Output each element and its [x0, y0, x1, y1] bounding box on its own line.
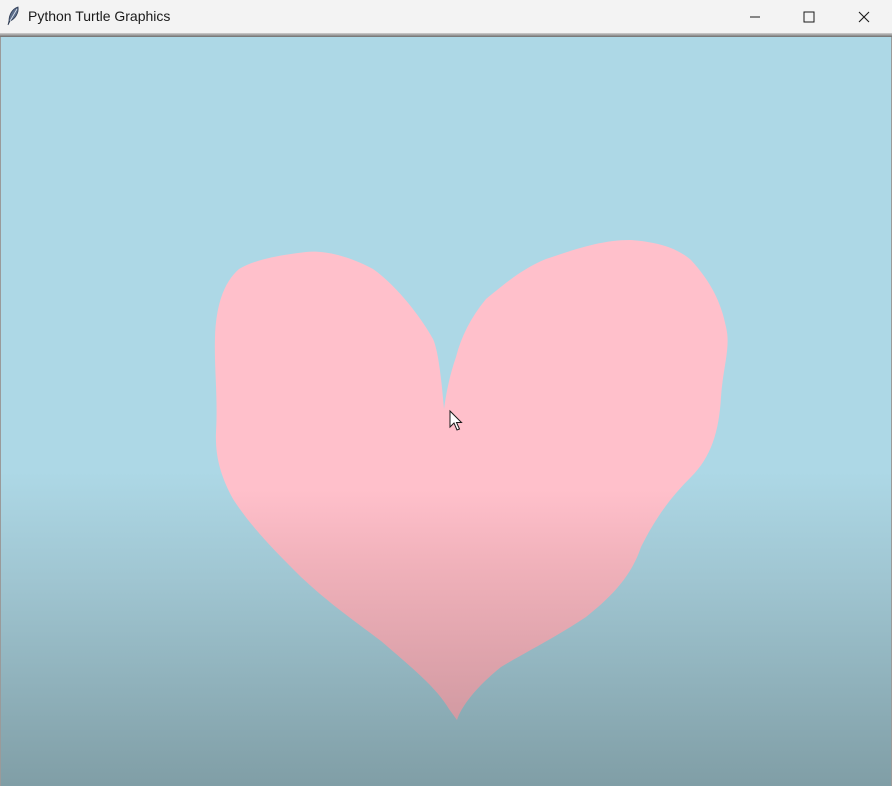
minimize-button[interactable] [728, 0, 782, 33]
window-title: Python Turtle Graphics [28, 8, 171, 24]
turtle-window: Python Turtle Graphics [0, 0, 892, 786]
title-bar[interactable]: Python Turtle Graphics [0, 0, 892, 33]
maximize-button[interactable] [782, 0, 836, 33]
turtle-canvas[interactable] [0, 37, 892, 786]
close-button[interactable] [837, 0, 891, 33]
close-icon [858, 11, 870, 23]
feather-icon [6, 6, 22, 26]
minimize-icon [749, 11, 761, 23]
maximize-icon [803, 11, 815, 23]
canvas-drawing [1, 37, 891, 786]
